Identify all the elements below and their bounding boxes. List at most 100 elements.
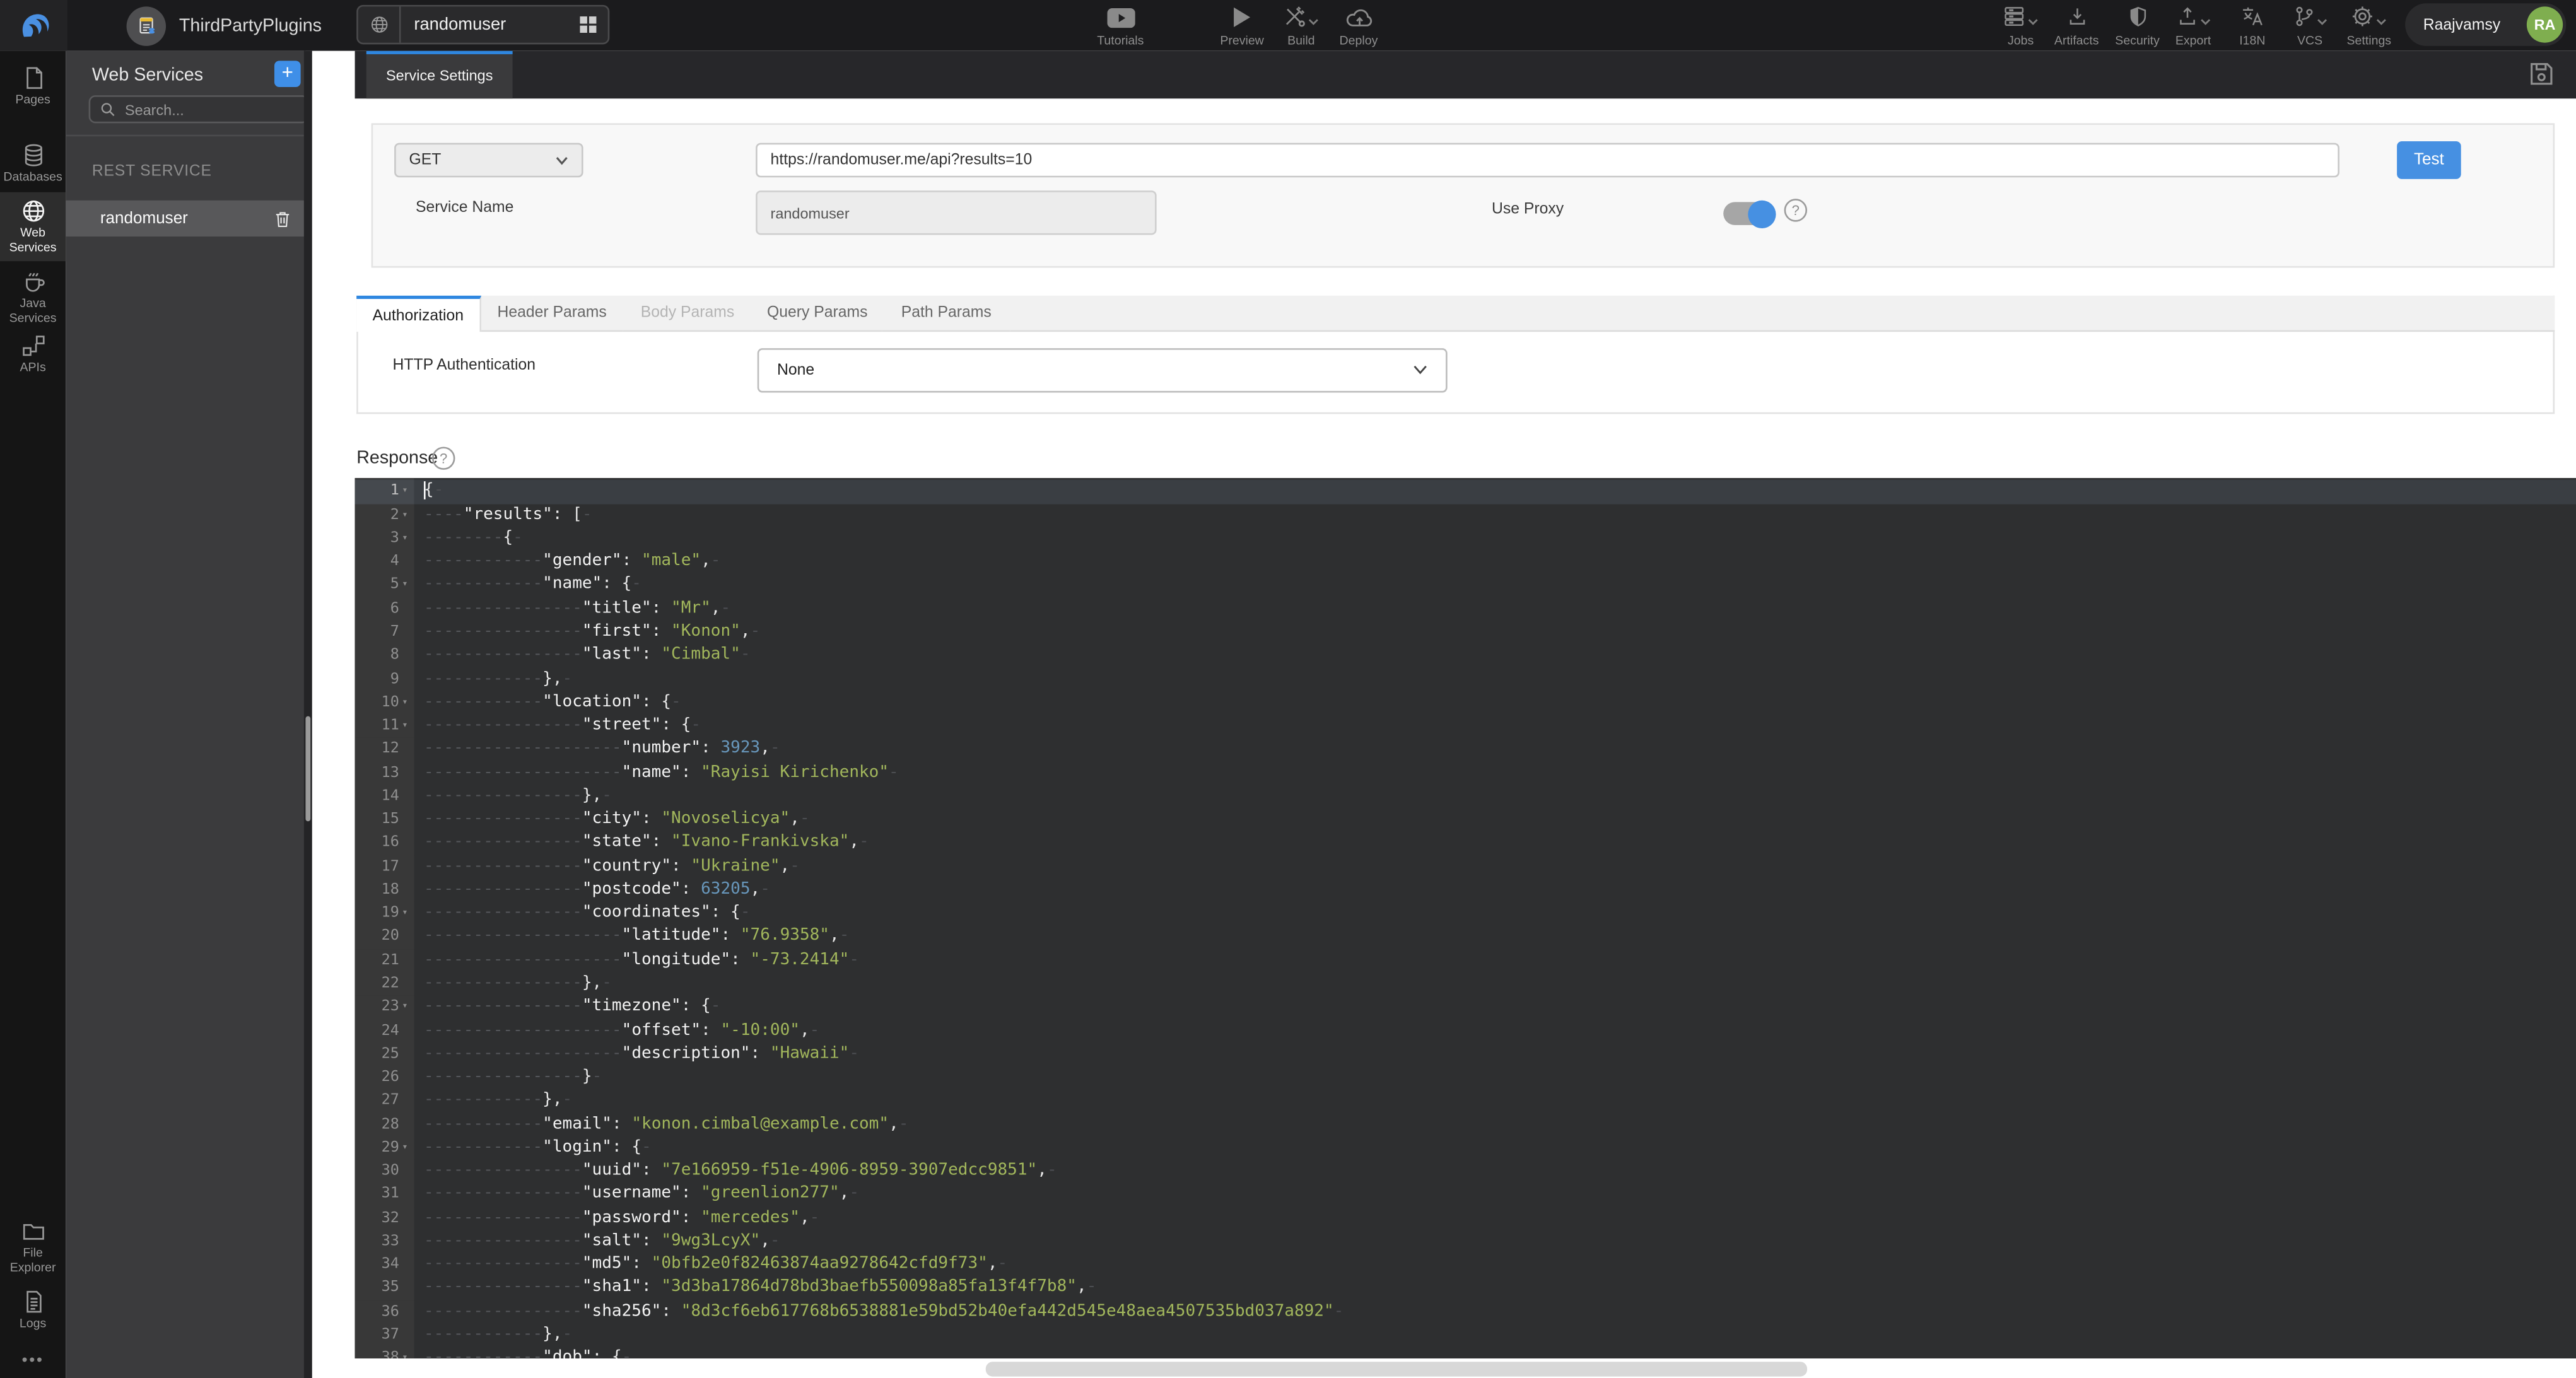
panel-scrollbar[interactable] — [304, 51, 312, 1378]
code-line: 28------------"email": "konon.cimbal@exa… — [355, 1113, 2576, 1136]
code-line: 24--------------------"offset": "-10:00"… — [355, 1019, 2576, 1042]
left-nav-rail: Pages Databases Web Services — [0, 51, 66, 1378]
log-file-icon — [0, 1290, 66, 1314]
code-line: 10▾------------"location": {- — [355, 691, 2576, 715]
tab-divider — [399, 6, 401, 42]
service-list-item[interactable]: randomuser — [66, 201, 305, 236]
chevron-down-icon — [1413, 365, 1427, 376]
sidebar-item-apis[interactable]: APIs — [0, 327, 66, 382]
git-branch-icon — [2293, 5, 2314, 28]
editor-tab-bar: Service Settings — [355, 51, 2576, 98]
search-input[interactable] — [122, 100, 293, 119]
code-line: 35----------------"sha1": "3d3ba17864d78… — [355, 1277, 2576, 1300]
fold-arrow-icon: ▾ — [399, 574, 411, 597]
brand-logo[interactable] — [0, 0, 67, 51]
project-switcher[interactable]: ThirdPartyPlugins — [127, 0, 396, 51]
sidebar-item-file-explorer[interactable]: File Explorer — [0, 1212, 66, 1281]
open-service-tab[interactable]: randomuser — [356, 5, 609, 45]
code-line: 26----------------}- — [355, 1066, 2576, 1089]
code-line: 6----------------"title": "Mr",- — [355, 597, 2576, 621]
avatar: RA — [2527, 6, 2563, 42]
file-icon — [0, 66, 66, 90]
tab-query-params[interactable]: Query Params — [752, 296, 882, 332]
server-icon — [2003, 5, 2025, 28]
add-service-button[interactable]: + — [274, 61, 301, 87]
sidebar-overflow-button[interactable]: ••• — [0, 1352, 66, 1370]
code-line: 7----------------"first": "Konon",- — [355, 621, 2576, 644]
trash-icon[interactable] — [274, 209, 291, 228]
use-proxy-toggle[interactable] — [1723, 202, 1772, 225]
code-line: 37------------},- — [355, 1324, 2576, 1347]
search-box[interactable] — [89, 95, 309, 123]
fold-arrow-icon: ▾ — [399, 715, 411, 738]
help-icon[interactable]: ? — [1784, 199, 1807, 221]
tab-path-params[interactable]: Path Params — [882, 296, 1010, 332]
service-name-input[interactable] — [756, 190, 1157, 235]
code-line: 32----------------"password": "mercedes"… — [355, 1206, 2576, 1230]
param-tab-bar: Authorization Header Params Body Params … — [356, 296, 2555, 332]
horizontal-scrollbar-thumb[interactable] — [986, 1362, 1807, 1375]
code-line: 14----------------},- — [355, 785, 2576, 809]
settings-button[interactable]: Settings — [2321, 3, 2416, 47]
service-name-label: Service Name — [416, 199, 513, 217]
tab-bar-filler — [1010, 296, 2555, 332]
fold-arrow-icon: ▾ — [399, 527, 411, 551]
tab-header-params[interactable]: Header Params — [481, 296, 623, 332]
code-line: 27------------},- — [355, 1090, 2576, 1113]
code-line: 3▾--------{- — [355, 527, 2576, 551]
gear-icon — [2351, 5, 2374, 28]
tab-authorization[interactable]: Authorization — [356, 296, 481, 332]
http-authentication-select[interactable]: None — [758, 348, 1448, 392]
cloud-upload-icon — [1311, 3, 1406, 28]
code-line: 20--------------------"latitude": "76.93… — [355, 926, 2576, 949]
sidebar-item-web-services[interactable]: Web Services — [0, 192, 66, 261]
code-lines: 1▾{-2▾----"results": [-3▾--------{-4----… — [355, 481, 2576, 1358]
response-label: Response — [356, 448, 438, 468]
fold-arrow-icon: ▾ — [399, 1136, 411, 1160]
tab-body-params[interactable]: Body Params — [623, 296, 752, 332]
grid-icon[interactable] — [580, 16, 596, 33]
top-bar: ThirdPartyPlugins randomuser — [0, 0, 2576, 51]
code-line: 9------------},- — [355, 668, 2576, 691]
help-icon[interactable]: ? — [432, 447, 455, 469]
http-method-select[interactable]: GET — [394, 143, 583, 178]
deploy-button[interactable]: Deploy — [1311, 3, 1406, 47]
user-name: Raajvamsy — [2423, 16, 2500, 34]
code-line: 31----------------"username": "greenlion… — [355, 1183, 2576, 1206]
code-line: 4------------"gender": "male",- — [355, 551, 2576, 574]
fold-arrow-icon: ▾ — [399, 996, 411, 1019]
search-icon — [100, 102, 115, 116]
code-line: 19▾----------------"coordinates": {- — [355, 902, 2576, 925]
project-icon — [127, 6, 167, 45]
response-code-editor[interactable]: 1▾{-2▾----"results": [-3▾--------{-4----… — [355, 478, 2576, 1358]
app-window: ThirdPartyPlugins randomuser — [0, 0, 2576, 1378]
code-line: 25--------------------"description": "Ha… — [355, 1042, 2576, 1066]
code-line: 23▾----------------"timezone": {- — [355, 996, 2576, 1019]
test-button[interactable]: Test — [2397, 141, 2461, 179]
globe-icon — [0, 199, 66, 223]
save-floppy-icon[interactable] — [2528, 61, 2555, 87]
sidebar-item-pages[interactable]: Pages — [0, 59, 66, 114]
upload-icon — [2176, 5, 2198, 28]
http-authentication-label: HTTP Authentication — [392, 356, 536, 375]
code-line: 15----------------"city": "Novoselicya",… — [355, 809, 2576, 832]
code-line: 8----------------"last": "Cimbal"- — [355, 645, 2576, 668]
tutorials-button[interactable]: Tutorials — [1073, 3, 1168, 47]
chevron-down-icon — [555, 155, 568, 165]
youtube-icon — [1073, 3, 1168, 28]
code-line: 11▾----------------"street": {- — [355, 715, 2576, 738]
panel-scrollbar-thumb[interactable] — [305, 716, 310, 822]
panel-title: Web Services — [92, 66, 203, 85]
code-line: 30----------------"uuid": "7e166959-f51e… — [355, 1160, 2576, 1183]
folder-icon — [0, 1219, 66, 1244]
sidebar-item-databases[interactable]: Databases — [0, 136, 66, 191]
code-line: 34----------------"md5": "0bfb2e0f824638… — [355, 1254, 2576, 1277]
tab-service-settings[interactable]: Service Settings — [366, 51, 513, 98]
code-line: 12--------------------"number": 3923,- — [355, 738, 2576, 761]
user-menu[interactable]: Raajvamsy RA — [2405, 3, 2566, 46]
request-url-input[interactable] — [756, 143, 2339, 178]
brand-logo-icon — [16, 8, 52, 44]
sidebar-item-logs[interactable]: Logs — [0, 1283, 66, 1338]
code-line: 1▾{- — [355, 481, 2576, 504]
sidebar-item-java-services[interactable]: Java Services — [0, 263, 66, 332]
